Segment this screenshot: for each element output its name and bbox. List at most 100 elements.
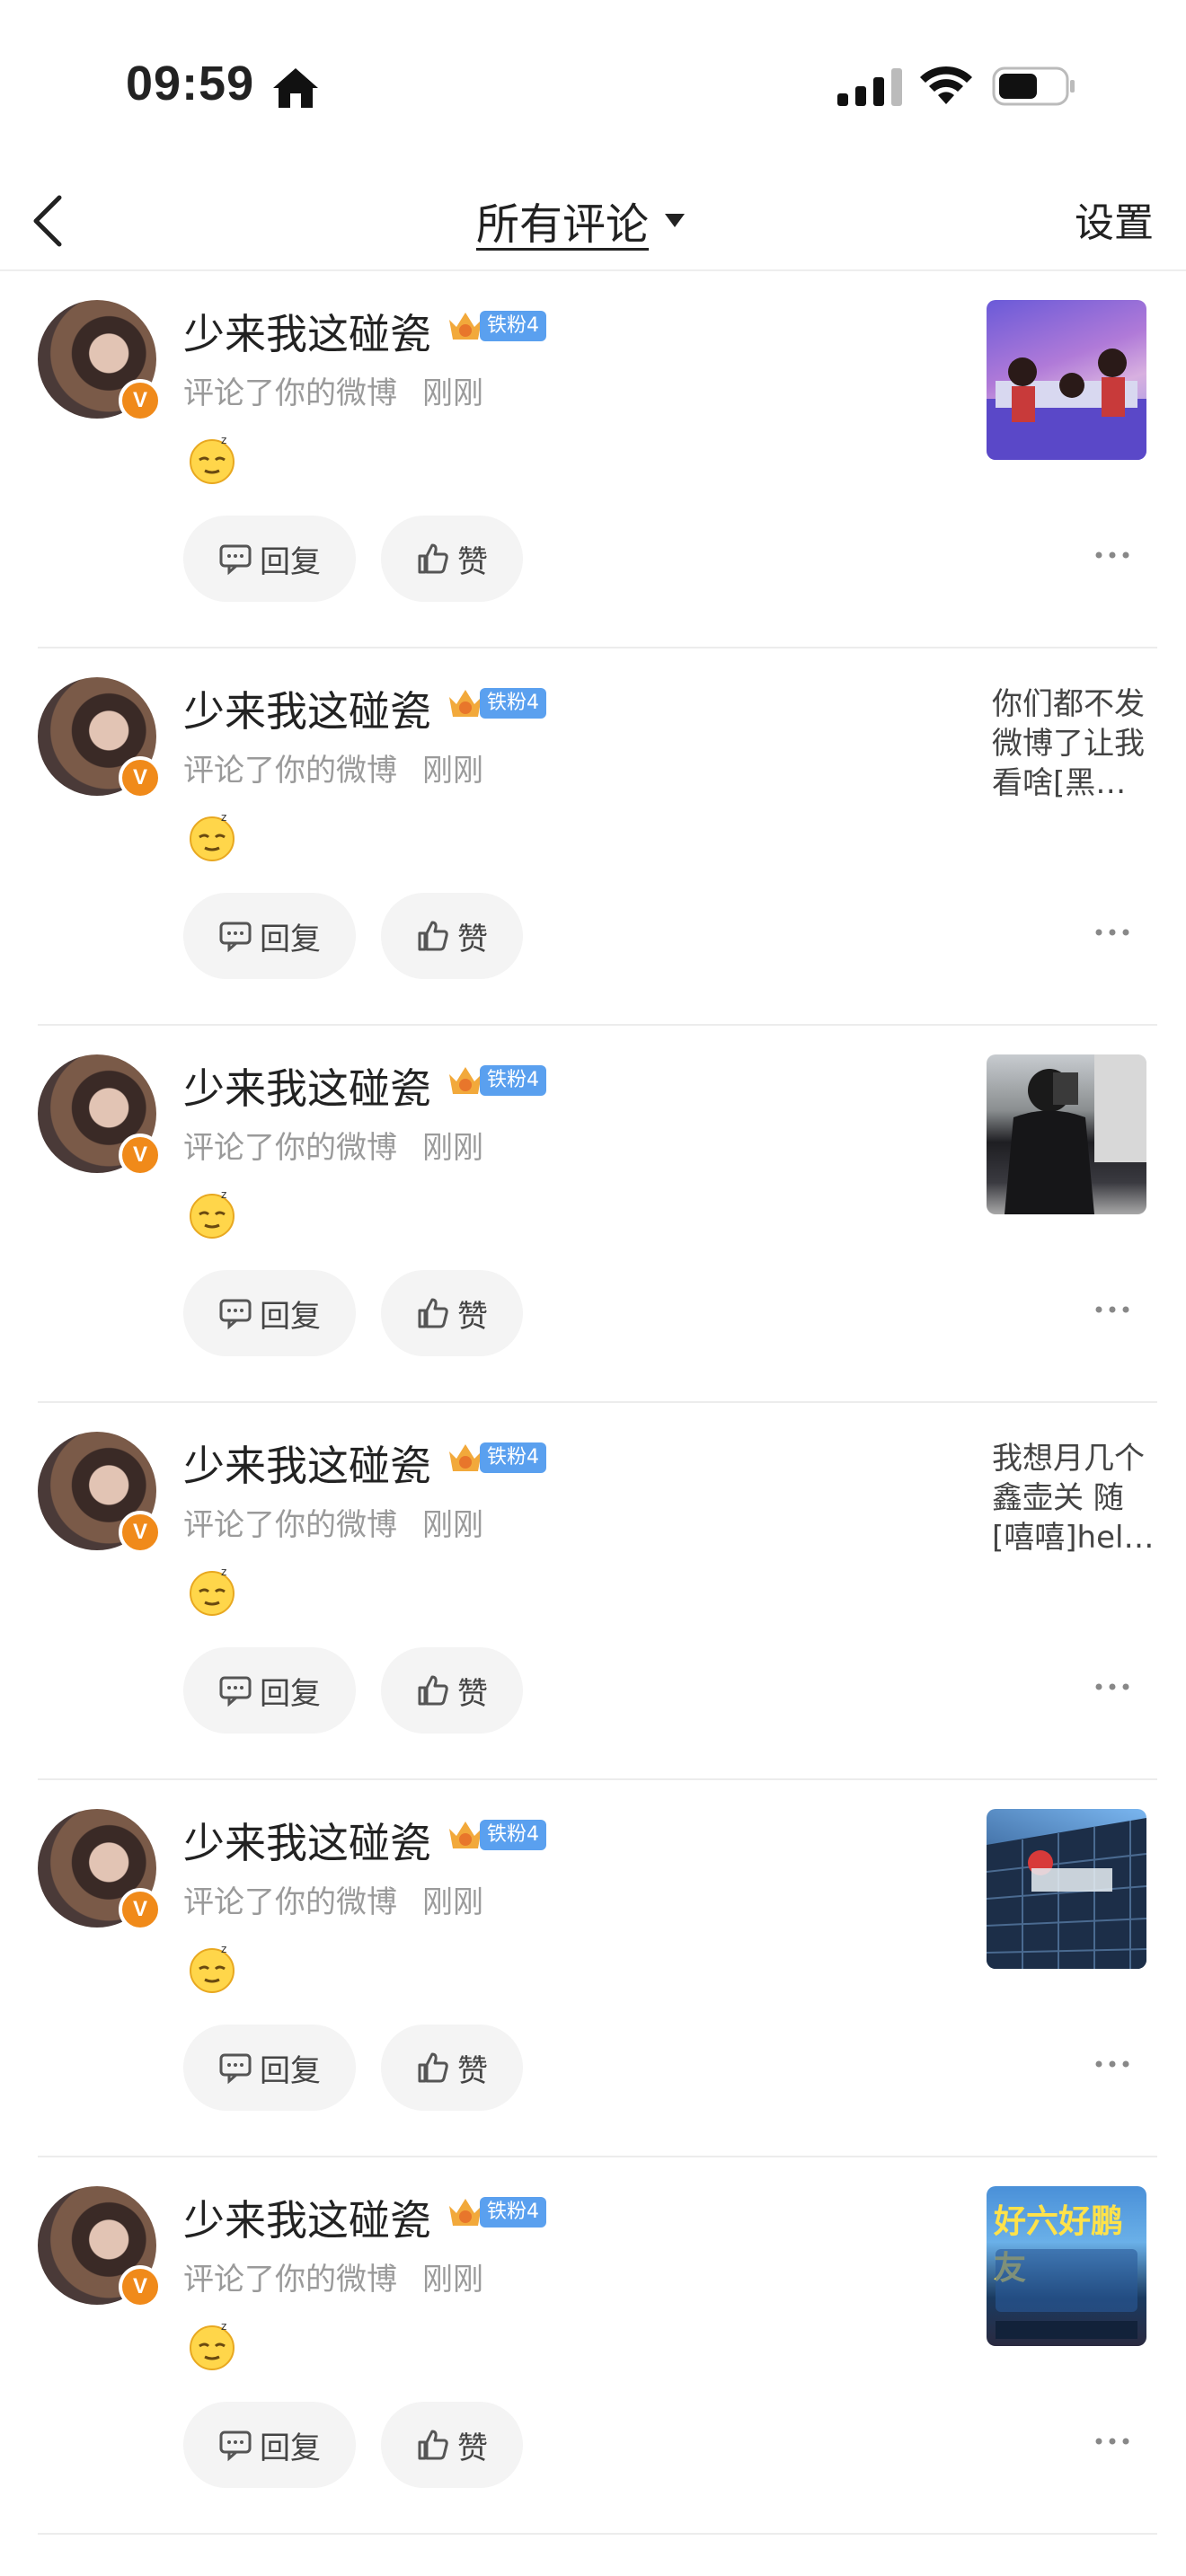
- thumbs-up-icon: [418, 2430, 448, 2460]
- verified-badge-icon: V: [119, 1888, 162, 1931]
- like-button[interactable]: 赞: [381, 2025, 523, 2111]
- comment-item[interactable]: V 少来我这碰瓷 铁粉4 评论了你的微博 刚刚 z 回复 赞: [0, 1026, 1186, 1403]
- fan-badge: 铁粉4: [446, 2193, 546, 2231]
- svg-text:z: z: [221, 811, 226, 824]
- fan-level-label: 铁粉4: [480, 311, 546, 341]
- like-button[interactable]: 赞: [381, 893, 523, 979]
- comment-item[interactable]: V 少来我这碰瓷 铁粉4 评论了你的微博刚刚 z 回复 赞 好六好鹏友: [0, 2157, 1186, 2535]
- post-thumbnail[interactable]: 好六好鹏友: [987, 2186, 1146, 2346]
- sleepy-emoji-icon: z: [190, 811, 235, 861]
- fan-badge: 铁粉4: [446, 684, 546, 722]
- post-preview-text[interactable]: 你们都不发微博了让我看啥[黑…: [992, 684, 1163, 803]
- svg-text:z: z: [221, 1566, 226, 1578]
- svg-text:z: z: [221, 1943, 226, 1955]
- thumbs-up-icon: [418, 2052, 448, 2083]
- reply-label: 回复: [260, 2052, 321, 2089]
- comment-meta: 评论了你的微博 刚刚: [183, 1123, 483, 1167]
- fan-level-label: 铁粉4: [480, 688, 546, 719]
- comment-meta: 评论了你的微博 刚刚: [183, 1500, 483, 1544]
- reply-button[interactable]: 回复: [183, 1270, 356, 1356]
- variety-show-image-icon: [987, 348, 1146, 460]
- comment-meta: 评论了你的微博 刚刚: [183, 1877, 483, 1921]
- reply-button[interactable]: 回复: [183, 1647, 356, 1734]
- time-ago: 刚刚: [422, 1884, 483, 1920]
- home-icon: [273, 68, 318, 108]
- divider: [38, 2533, 1157, 2535]
- post-thumbnail[interactable]: [987, 1054, 1146, 1214]
- comment-item[interactable]: V 少来我这碰瓷 铁粉4 评论了你的微博 刚刚 z 回复 赞: [0, 1780, 1186, 2157]
- time-ago: 刚刚: [422, 1507, 483, 1543]
- user-name[interactable]: 少来我这碰瓷: [183, 2188, 431, 2247]
- like-label: 赞: [457, 2430, 488, 2466]
- comment-item[interactable]: V 少来我这碰瓷 铁粉4 评论了你的微博 刚刚 z 回复 赞 我想月几个鑫壶关 随…: [0, 1403, 1186, 1780]
- svg-text:z: z: [221, 1188, 226, 1201]
- settings-button[interactable]: 设置: [1075, 190, 1154, 248]
- post-thumbnail[interactable]: [987, 1809, 1146, 1969]
- like-button[interactable]: 赞: [381, 516, 523, 602]
- like-button[interactable]: 赞: [381, 2402, 523, 2488]
- like-label: 赞: [457, 2052, 488, 2089]
- action-text: 评论了你的微博: [183, 375, 397, 411]
- back-arrow-icon[interactable]: [25, 185, 70, 257]
- caret-down-icon: [665, 214, 686, 227]
- time-ago: 刚刚: [422, 375, 483, 411]
- comment-list: V 少来我这碰瓷 铁粉4 评论了你的微博 刚刚 z 回复 赞 V 少来我这碰瓷 …: [0, 271, 1186, 2535]
- like-button[interactable]: 赞: [381, 1270, 523, 1356]
- reply-label: 回复: [260, 1298, 321, 1335]
- more-icon[interactable]: [1094, 925, 1130, 940]
- battery-icon: [992, 66, 1075, 106]
- sleepy-emoji-icon: z: [190, 1188, 235, 1239]
- like-button[interactable]: 赞: [381, 1647, 523, 1734]
- user-name[interactable]: 少来我这碰瓷: [183, 679, 431, 738]
- fan-badge: 铁粉4: [446, 1439, 546, 1477]
- fan-level-label: 铁粉4: [480, 1442, 546, 1473]
- reply-label: 回复: [260, 921, 321, 957]
- sleepy-emoji-icon: z: [190, 2320, 235, 2370]
- user-name[interactable]: 少来我这碰瓷: [183, 1434, 431, 1493]
- verified-badge-icon: V: [119, 1134, 162, 1177]
- more-icon[interactable]: [1094, 1680, 1130, 1694]
- comment-meta: 评论了你的微博 刚刚: [183, 745, 483, 790]
- comment-item[interactable]: V 少来我这碰瓷 铁粉4 评论了你的微博 刚刚 z 回复 赞 你们都不发微博了让我…: [0, 648, 1186, 1026]
- reply-label: 回复: [260, 1675, 321, 1712]
- thumbs-up-icon: [418, 921, 448, 951]
- comment-meta: 评论了你的微博 刚刚: [183, 2254, 483, 2298]
- cellular-signal-icon: [837, 68, 902, 106]
- more-icon[interactable]: [1094, 548, 1130, 562]
- building-photo-image-icon: [987, 1818, 1146, 1969]
- comment-item[interactable]: V 少来我这碰瓷 铁粉4 评论了你的微博 刚刚 z 回复 赞: [0, 271, 1186, 648]
- reply-label: 回复: [260, 2430, 321, 2466]
- thumbs-up-icon: [418, 1675, 448, 1706]
- thumbs-up-icon: [418, 543, 448, 574]
- verified-badge-icon: V: [119, 2265, 162, 2308]
- fan-badge: 铁粉4: [446, 307, 546, 345]
- user-name[interactable]: 少来我这碰瓷: [183, 302, 431, 361]
- more-icon[interactable]: [1094, 2057, 1130, 2071]
- comment-filter-dropdown[interactable]: 所有评论: [476, 189, 686, 251]
- time-ago: 刚刚: [422, 753, 483, 789]
- post-thumbnail[interactable]: [987, 300, 1146, 460]
- verified-badge-icon: V: [119, 1511, 162, 1554]
- user-name[interactable]: 少来我这碰瓷: [183, 1056, 431, 1116]
- more-icon[interactable]: [1094, 2434, 1130, 2448]
- reply-button[interactable]: 回复: [183, 2402, 356, 2488]
- more-icon[interactable]: [1094, 1302, 1130, 1317]
- person-photo-image-icon: [1005, 1054, 1146, 1214]
- sleepy-emoji-icon: z: [190, 434, 235, 484]
- reply-button[interactable]: 回复: [183, 2025, 356, 2111]
- like-label: 赞: [457, 1298, 488, 1335]
- post-preview-text[interactable]: 我想月几个鑫壶关 随[嘻嘻]hel…: [992, 1439, 1163, 1557]
- comment-bubble-icon: [219, 544, 252, 576]
- comment-bubble-icon: [219, 1676, 252, 1707]
- comment-bubble-icon: [219, 1299, 252, 1330]
- action-text: 评论了你的微博: [183, 1507, 397, 1543]
- action-text: 评论了你的微博: [183, 1884, 397, 1920]
- sleepy-emoji-icon: z: [190, 1943, 235, 1993]
- fan-level-label: 铁粉4: [480, 2197, 546, 2228]
- thumbs-up-icon: [418, 1298, 448, 1328]
- reply-button[interactable]: 回复: [183, 893, 356, 979]
- wifi-icon: [920, 66, 972, 104]
- user-name[interactable]: 少来我这碰瓷: [183, 1811, 431, 1870]
- page-title: 所有评论: [476, 199, 650, 250]
- reply-button[interactable]: 回复: [183, 516, 356, 602]
